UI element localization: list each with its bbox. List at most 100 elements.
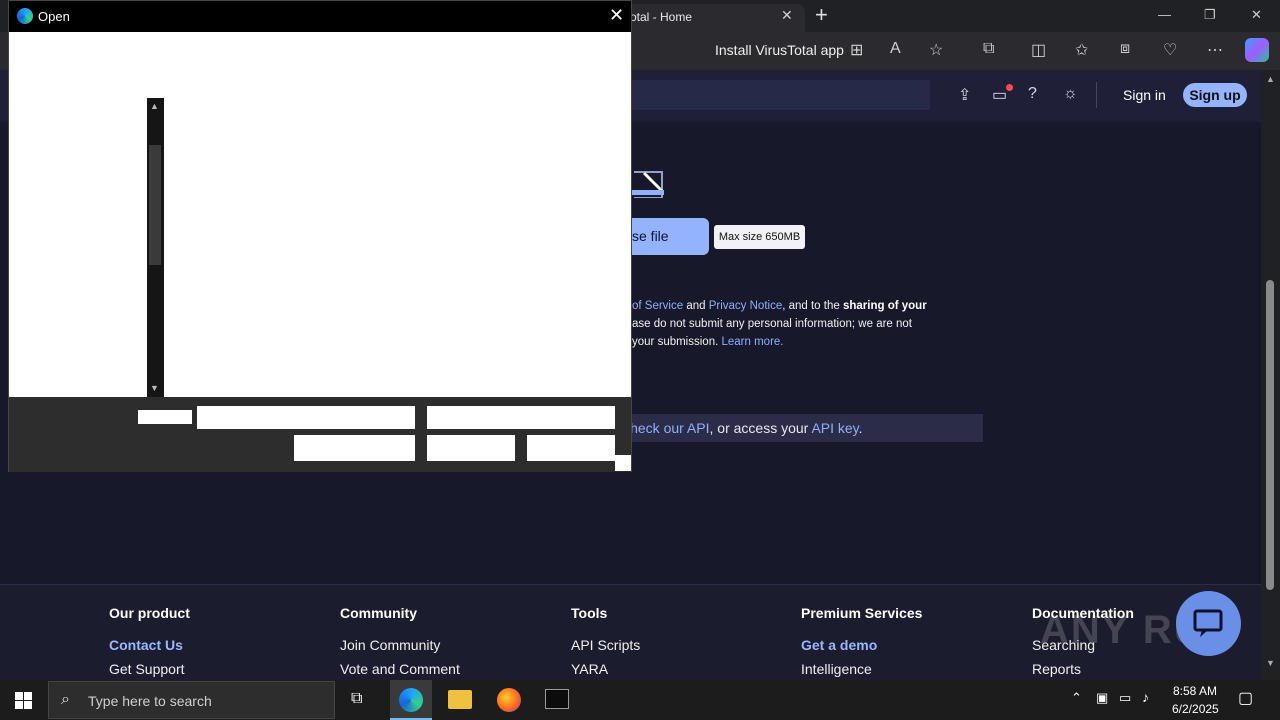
- dialog-titlebar: Open ✕: [9, 1, 631, 32]
- clock-date[interactable]: 6/2/2025: [1172, 702, 1219, 716]
- taskbar-edge-button[interactable]: [390, 680, 432, 720]
- check-api-link[interactable]: Check our API: [620, 420, 710, 436]
- terms-line3: your submission.: [632, 336, 722, 348]
- terms-mid-text: , and to the: [782, 300, 843, 312]
- tab-title: otal - Home: [630, 10, 693, 24]
- footer-heading: Our product: [109, 605, 190, 621]
- footer-link[interactable]: Reports: [1032, 661, 1134, 677]
- tray-device-icon[interactable]: ▣: [1096, 690, 1108, 706]
- cancel-button[interactable]: [527, 435, 615, 461]
- learn-more-link[interactable]: Learn more.: [721, 336, 783, 348]
- minimize-button[interactable]: —: [1158, 7, 1171, 22]
- split-screen-icon[interactable]: ◫: [1031, 40, 1046, 60]
- scroll-down-icon[interactable]: ▼: [1266, 658, 1275, 668]
- api-end-text: .: [858, 420, 863, 436]
- collections-icon[interactable]: ⧈: [1120, 40, 1130, 58]
- dialog-title: Open: [38, 9, 70, 24]
- max-size-tooltip: Max size 650MB: [714, 225, 805, 249]
- scroll-thumb[interactable]: [1266, 280, 1274, 590]
- sign-up-button[interactable]: Sign up: [1183, 83, 1247, 107]
- footer-heading: Tools: [571, 605, 608, 621]
- footer-col-premium: Premium Services Get a demo Intelligence: [801, 605, 922, 685]
- favorite-star-icon[interactable]: ☆: [929, 40, 943, 60]
- restore-button[interactable]: ❐: [1204, 7, 1216, 23]
- api-mid-text: , or access your: [709, 420, 812, 436]
- footer-col-community: Community Join Community Vote and Commen…: [340, 605, 460, 685]
- favorites-icon[interactable]: ✩: [1075, 40, 1088, 60]
- footer-link[interactable]: Join Community: [340, 637, 460, 653]
- chat-widget-button[interactable]: [1176, 591, 1241, 656]
- footer-link[interactable]: YARA: [571, 661, 640, 677]
- tray-chevron-icon[interactable]: ⌃: [1071, 690, 1082, 706]
- install-app-label[interactable]: Install VirusTotal app: [715, 42, 844, 58]
- tools-dropdown[interactable]: [294, 435, 415, 461]
- file-name-input[interactable]: [197, 406, 415, 429]
- footer-link[interactable]: Contact Us: [109, 637, 190, 653]
- more-icon[interactable]: ⋯: [1207, 40, 1223, 60]
- network-icon[interactable]: ▭: [1119, 690, 1131, 706]
- footer-link[interactable]: API Scripts: [571, 637, 640, 653]
- resize-grip[interactable]: [615, 455, 631, 471]
- footer-col-product: Our product Contact Us Get Support: [109, 605, 190, 685]
- windows-start-icon[interactable]: [15, 692, 32, 709]
- footer-link[interactable]: Get Support: [109, 661, 190, 677]
- footer-heading: Premium Services: [801, 605, 923, 621]
- scroll-up-icon[interactable]: ▲: [1266, 74, 1275, 84]
- footer-link[interactable]: Get a demo: [801, 637, 922, 653]
- api-info-bar: Check our API, or access your API key.: [620, 414, 983, 442]
- page-scrollbar[interactable]: ▲ ▼: [1261, 70, 1280, 680]
- privacy-notice-link[interactable]: Privacy Notice: [709, 300, 783, 312]
- notifications-icon[interactable]: ▢: [1238, 688, 1253, 708]
- file-type-select[interactable]: [427, 406, 615, 429]
- taskbar-search-box[interactable]: ⌕ Type here to search: [48, 681, 335, 719]
- upload-icon[interactable]: ⇪: [958, 85, 971, 105]
- dialog-bottom-pane: [9, 397, 631, 472]
- dialog-close-icon[interactable]: ✕: [609, 5, 624, 26]
- open-button[interactable]: [427, 435, 515, 461]
- window-close-button[interactable]: ✕: [1251, 7, 1262, 23]
- dialog-nav-scrollbar[interactable]: ▲ ▼: [147, 98, 164, 397]
- api-key-link[interactable]: API key: [811, 420, 858, 436]
- terms-of-service-link[interactable]: of Service: [632, 300, 683, 312]
- terms-and-text: and: [683, 300, 709, 312]
- scroll-down-icon[interactable]: ▼: [150, 383, 159, 393]
- browser-essentials-icon[interactable]: ♡: [1163, 40, 1177, 60]
- search-icon: ⌕: [61, 691, 70, 708]
- task-view-icon[interactable]: ⧉: [351, 690, 362, 708]
- taskbar: ⌕ Type here to search ⧉ ⌃ ▣ ▭ ♪ 8:58 AM …: [0, 680, 1280, 720]
- file-name-label: [138, 410, 192, 424]
- theme-icon[interactable]: ☼: [1063, 85, 1078, 103]
- file-explorer-icon[interactable]: [448, 690, 472, 709]
- search-input[interactable]: [632, 80, 930, 110]
- search-placeholder: Type here to search: [88, 693, 212, 709]
- scroll-thumb[interactable]: [149, 145, 161, 265]
- help-icon[interactable]: ?: [1028, 85, 1037, 103]
- terms-line2: ase do not submit any personal informati…: [632, 318, 912, 330]
- extensions-icon[interactable]: ⧉: [983, 40, 994, 58]
- file-fingerprint-icon: [632, 171, 664, 198]
- open-file-dialog: Open ✕ ▲ ▼: [8, 0, 632, 472]
- clock-time[interactable]: 8:58 AM: [1173, 684, 1217, 698]
- volume-icon[interactable]: ♪: [1142, 689, 1149, 705]
- chat-widget-icon: [1193, 609, 1223, 637]
- copilot-icon[interactable]: [1245, 38, 1269, 62]
- terms-text: of Service and Privacy Notice, and to th…: [632, 297, 932, 351]
- new-tab-button[interactable]: +: [815, 2, 828, 28]
- install-app-icon[interactable]: ⊞: [850, 40, 863, 60]
- edge-icon: [399, 688, 423, 712]
- footer-col-tools: Tools API Scripts YARA: [571, 605, 640, 685]
- footer-link[interactable]: Intelligence: [801, 661, 922, 677]
- read-aloud-icon[interactable]: A: [890, 40, 901, 58]
- scroll-up-icon[interactable]: ▲: [150, 101, 159, 111]
- sign-in-link[interactable]: Sign in: [1123, 87, 1166, 103]
- footer-heading: Community: [340, 605, 417, 621]
- tab-close-icon[interactable]: ✕: [781, 7, 793, 24]
- chat-icon[interactable]: ▭: [992, 85, 1007, 105]
- notification-dot: [1006, 84, 1013, 91]
- choose-file-button[interactable]: se file: [632, 218, 709, 255]
- edge-icon: [17, 8, 33, 24]
- footer-link[interactable]: Vote and Comment: [340, 661, 460, 677]
- firefox-icon[interactable]: [497, 688, 521, 712]
- terminal-icon[interactable]: [545, 689, 569, 709]
- terms-bold-text: sharing of your: [842, 300, 927, 312]
